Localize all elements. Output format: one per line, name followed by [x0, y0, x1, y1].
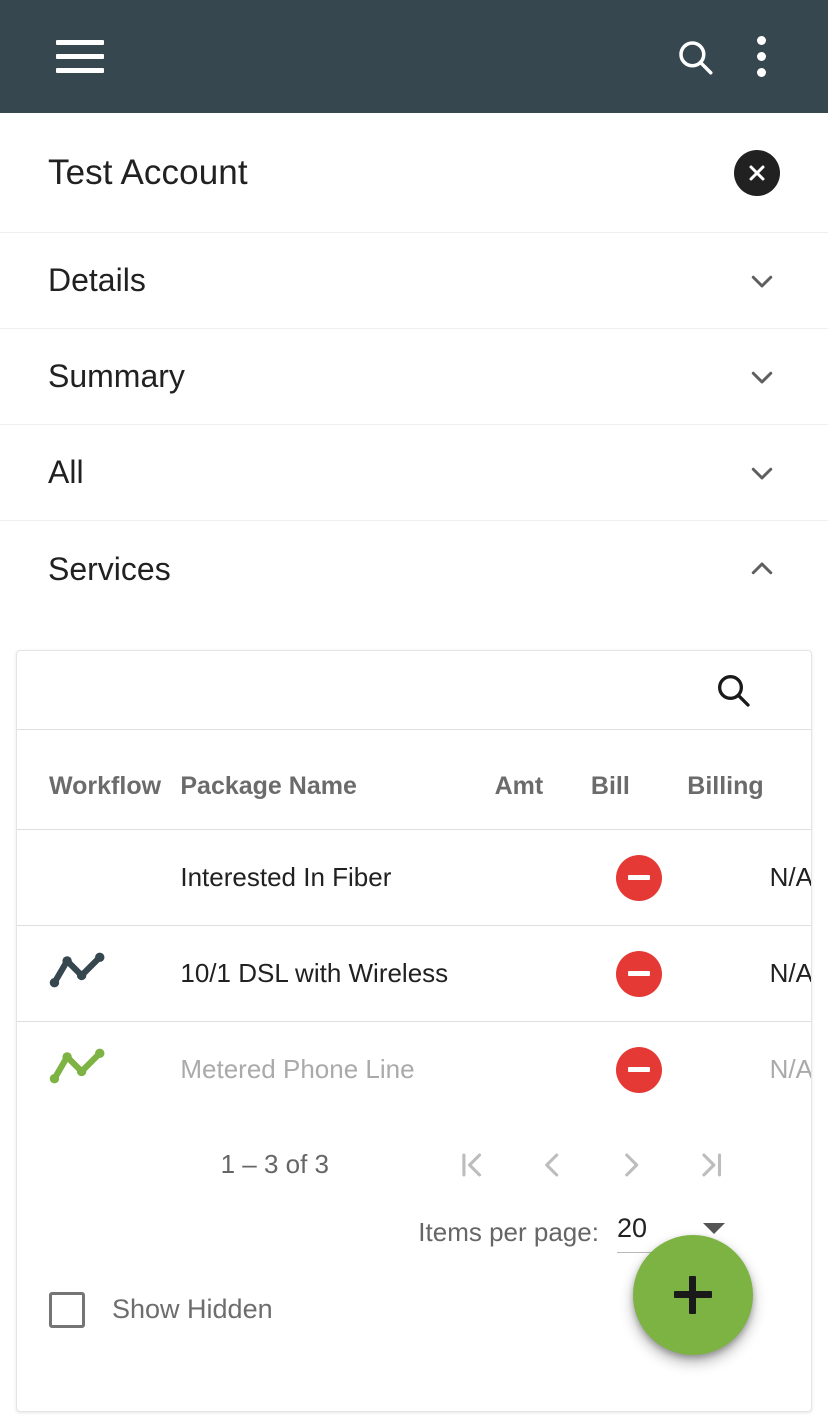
hamburger-line: [56, 68, 104, 73]
hamburger-line: [56, 40, 104, 45]
hamburger-line: [56, 54, 104, 59]
column-header-bill[interactable]: Bill: [591, 730, 687, 830]
billing-value: N/A: [769, 958, 812, 988]
close-circle-icon[interactable]: [734, 149, 780, 196]
page-title: Test Account: [48, 152, 248, 192]
cell-billing: N/A: [687, 925, 812, 1022]
chevron-up-icon[interactable]: [744, 551, 780, 587]
cell-amt: [494, 1021, 591, 1118]
cell-billing: N/A: [687, 829, 812, 926]
cell-bill: [590, 829, 688, 926]
dot: [756, 36, 766, 45]
remove-circle-icon[interactable]: [616, 854, 663, 901]
panel-summary[interactable]: Summary: [0, 329, 828, 425]
minus-bar: [628, 875, 651, 880]
chevron-down-icon[interactable]: [744, 359, 780, 395]
cell-bill: [590, 925, 688, 1022]
cell-billing: N/A: [687, 1021, 812, 1118]
top-app-bar: [0, 0, 828, 113]
services-table: Workflow Package Name Amt Bill Billing I…: [17, 730, 812, 1118]
cell-package-name: Metered Phone Line: [180, 1021, 495, 1118]
plus-icon: [674, 1276, 712, 1314]
cell-amt: [494, 829, 591, 926]
search-icon[interactable]: [662, 24, 728, 90]
last-page-icon[interactable]: [681, 1135, 741, 1195]
show-hidden-label: Show Hidden: [112, 1294, 273, 1324]
paginator-range-label: 1 – 3 of 3: [220, 1149, 329, 1179]
panel-all[interactable]: All: [0, 425, 828, 521]
cell-amt: [494, 925, 591, 1022]
column-header-billing[interactable]: Billing: [687, 730, 811, 830]
panel-title: All: [48, 454, 84, 490]
search-icon[interactable]: [713, 670, 753, 710]
chevron-down-icon[interactable]: [744, 455, 780, 491]
minus-bar: [628, 1067, 651, 1073]
timeline-icon[interactable]: [49, 1046, 107, 1086]
remove-circle-icon[interactable]: [616, 950, 663, 997]
table-row[interactable]: 10/1 DSL with Wireless N/A: [17, 925, 812, 1022]
billing-value: N/A: [769, 1054, 812, 1085]
table-row[interactable]: Metered Phone Line N/A: [17, 1021, 812, 1118]
column-header-package-name[interactable]: Package Name: [180, 730, 494, 830]
panel-title: Details: [48, 262, 146, 298]
table-row[interactable]: Interested In Fiber N/A: [17, 829, 812, 926]
overflow-dots: [756, 36, 766, 77]
cell-workflow: [17, 829, 181, 926]
items-per-page-value: 20: [616, 1212, 647, 1243]
table-toolbar: [17, 651, 811, 730]
panel-title: Services: [48, 550, 171, 587]
paginator-range-row: 1 – 3 of 3: [17, 1126, 811, 1204]
panel-services[interactable]: Services: [0, 521, 828, 617]
chevron-down-icon: [703, 1222, 725, 1234]
timeline-icon[interactable]: [49, 950, 107, 990]
column-header-workflow[interactable]: Workflow: [17, 730, 180, 830]
services-table-wrapper: Workflow Package Name Amt Bill Billing I…: [17, 730, 812, 1118]
chevron-left-icon[interactable]: [521, 1135, 581, 1195]
hamburger-menu-icon[interactable]: [56, 37, 104, 77]
first-page-icon[interactable]: [441, 1135, 501, 1195]
app-root: Test Account Details Summary All Service…: [0, 0, 828, 1428]
table-head: Workflow Package Name Amt Bill Billing: [17, 730, 811, 830]
cell-workflow: [17, 925, 181, 1022]
more-vert-icon[interactable]: [728, 24, 794, 90]
checkbox-box[interactable]: [49, 1291, 85, 1328]
cell-bill: [590, 1021, 688, 1118]
table-body: Interested In Fiber N/A 10/1 DSL with Wi…: [17, 829, 812, 1118]
minus-bar: [628, 971, 651, 976]
panel-title: Summary: [48, 358, 185, 394]
cell-package-name: 10/1 DSL with Wireless: [180, 925, 495, 1022]
dot: [756, 52, 766, 61]
dot: [756, 68, 766, 77]
panel-details[interactable]: Details: [0, 233, 828, 329]
remove-circle-icon[interactable]: [616, 1046, 663, 1093]
chevron-down-icon[interactable]: [744, 263, 780, 299]
items-per-page-label: Items per page:: [418, 1217, 599, 1247]
cell-package-name: Interested In Fiber: [180, 829, 495, 926]
column-header-amt[interactable]: Amt: [495, 730, 591, 830]
table-header-row: Workflow Package Name Amt Bill Billing: [17, 730, 811, 830]
cell-workflow: [17, 1021, 181, 1118]
chevron-right-icon[interactable]: [601, 1135, 661, 1195]
add-floating-action-button[interactable]: [633, 1235, 753, 1355]
account-header: Test Account: [0, 113, 828, 233]
billing-value: N/A: [769, 862, 812, 892]
